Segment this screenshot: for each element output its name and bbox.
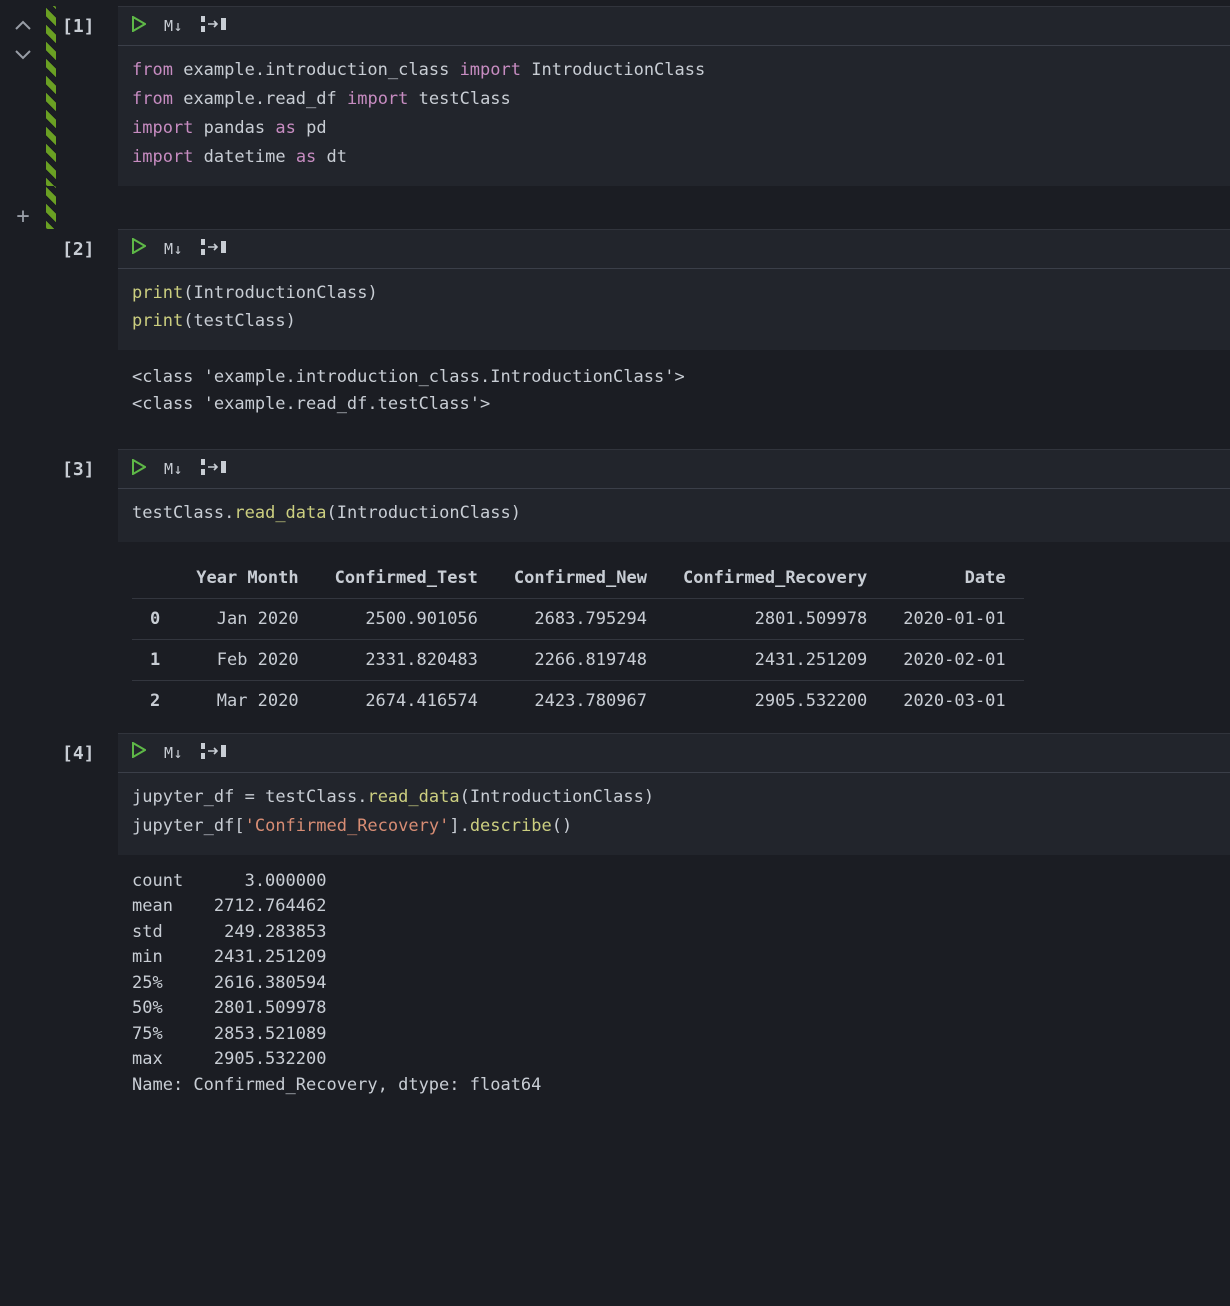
table-cell: 2431.251209 [665, 639, 885, 680]
move-down-icon[interactable] [14, 46, 32, 66]
dataframe-output: Year MonthConfirmed_TestConfirmed_NewCon… [132, 558, 1024, 721]
cell-modified-stripe [46, 6, 56, 186]
table-cell: 2801.509978 [665, 598, 885, 639]
cell-modified-stripe [46, 186, 56, 229]
table-cell: Feb 2020 [178, 639, 316, 680]
code-cell[interactable]: from example.introduction_class import I… [118, 46, 1230, 186]
table-cell: 2020-02-01 [885, 639, 1023, 680]
table-row: 1Feb 20202331.8204832266.8197482431.2512… [132, 639, 1024, 680]
table-cell: 2905.532200 [665, 680, 885, 721]
table-cell: Mar 2020 [178, 680, 316, 721]
cell-toolbar: M↓ [118, 449, 1230, 489]
markdown-toggle-button[interactable]: M↓ [164, 460, 183, 478]
move-up-icon[interactable] [14, 16, 32, 36]
table-header: Confirmed_Recovery [665, 558, 885, 599]
table-cell: 1 [132, 639, 178, 680]
run-cell-button[interactable] [132, 742, 146, 763]
run-cell-button[interactable] [132, 16, 146, 37]
cell-toolbar: M↓ [118, 733, 1230, 773]
cell-execution-count: [2] [58, 229, 118, 449]
run-cell-button[interactable] [132, 459, 146, 480]
markdown-toggle-button[interactable]: M↓ [164, 240, 183, 258]
cell-toolbar: M↓ [118, 6, 1230, 46]
run-cell-button[interactable] [132, 238, 146, 259]
code-cell[interactable]: testClass.read_data(IntroductionClass) [118, 489, 1230, 542]
table-row: 0Jan 20202500.9010562683.7952942801.5099… [132, 598, 1024, 639]
table-cell: 2 [132, 680, 178, 721]
cell-execution-count: [3] [58, 449, 118, 733]
code-cell[interactable]: jupyter_df = testClass.read_data(Introdu… [118, 773, 1230, 855]
table-header: Year Month [178, 558, 316, 599]
markdown-toggle-button[interactable]: M↓ [164, 744, 183, 762]
table-header: Confirmed_New [496, 558, 665, 599]
table-header: Confirmed_Test [317, 558, 496, 599]
markdown-toggle-button[interactable]: M↓ [164, 17, 183, 35]
table-cell: Jan 2020 [178, 598, 316, 639]
split-cell-button[interactable] [201, 16, 227, 36]
table-header [132, 558, 178, 599]
add-cell-button[interactable]: + [16, 204, 29, 229]
cell-output: count 3.000000 mean 2712.764462 std 249.… [118, 855, 1230, 1103]
table-cell: 2331.820483 [317, 639, 496, 680]
split-cell-button[interactable] [201, 239, 227, 259]
table-row: 2Mar 20202674.4165742423.7809672905.5322… [132, 680, 1024, 721]
table-cell: 2423.780967 [496, 680, 665, 721]
cell-output: <class 'example.introduction_class.Intro… [118, 350, 1230, 421]
table-cell: 2500.901056 [317, 598, 496, 639]
cell-execution-count: [4] [58, 733, 118, 1102]
table-cell: 2674.416574 [317, 680, 496, 721]
split-cell-button[interactable] [201, 743, 227, 763]
table-header: Date [885, 558, 1023, 599]
table-cell: 2266.819748 [496, 639, 665, 680]
table-cell: 0 [132, 598, 178, 639]
split-cell-button[interactable] [201, 459, 227, 479]
table-cell: 2683.795294 [496, 598, 665, 639]
table-cell: 2020-01-01 [885, 598, 1023, 639]
cell-execution-count: [1] [58, 6, 118, 186]
cell-toolbar: M↓ [118, 229, 1230, 269]
code-cell[interactable]: print(IntroductionClass) print(testClass… [118, 269, 1230, 351]
table-cell: 2020-03-01 [885, 680, 1023, 721]
